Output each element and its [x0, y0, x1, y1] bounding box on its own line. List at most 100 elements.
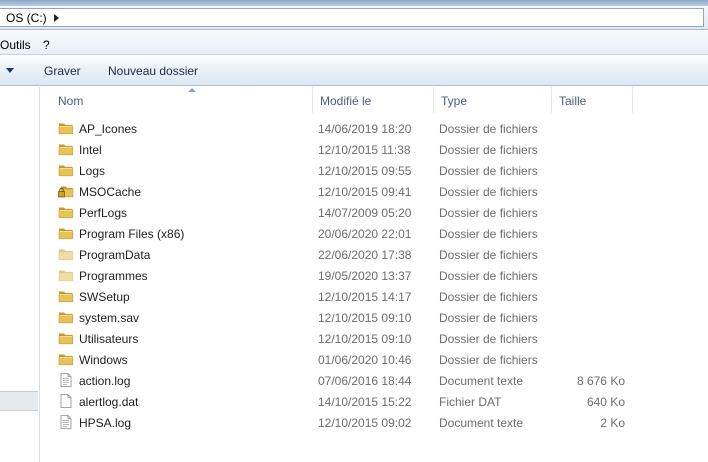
file-type: Document texte — [439, 416, 524, 430]
file-modified: 12/10/2015 09:10 — [318, 332, 412, 346]
address-box[interactable]: OS (C:) — [0, 8, 704, 27]
file-type: Dossier de fichiers — [439, 248, 538, 262]
menu-bar: Outils ? — [0, 31, 708, 55]
file-modified: 14/10/2015 15:22 — [318, 395, 412, 409]
column-header-type-label: Type — [441, 94, 468, 108]
file-type: Dossier de fichiers — [439, 164, 538, 178]
locked-folder-icon — [58, 184, 74, 198]
file-row[interactable]: MSOCache 12/10/2015 09:41 Dossier de fichi… — [41, 181, 708, 202]
file-type: Dossier de fichiers — [439, 269, 538, 283]
file-type: Dossier de fichiers — [439, 185, 538, 199]
folder-icon — [58, 163, 74, 177]
file-row[interactable]: HPSA.log 12/10/2015 09:02 Document texte 2 … — [41, 412, 708, 433]
file-row[interactable]: Logs 12/10/2015 09:55 Dossier de fichiers — [41, 160, 708, 181]
hidden-folder-icon — [58, 268, 74, 282]
file-name: Windows — [79, 353, 128, 367]
file-type: Dossier de fichiers — [439, 143, 538, 157]
file-type: Fichier DAT — [439, 395, 502, 409]
file-modified: 12/10/2015 09:10 — [318, 311, 412, 325]
file-row[interactable]: PerfLogs 14/07/2009 05:20 Dossier de fichi… — [41, 202, 708, 223]
file-name: ProgramData — [79, 248, 151, 262]
file-modified: 07/06/2016 18:44 — [318, 374, 412, 388]
file-row[interactable]: alertlog.dat 14/10/2015 15:22 Fichier DAT 6… — [41, 391, 708, 412]
file-row[interactable]: Intel 12/10/2015 11:38 Dossier de fichiers — [41, 139, 708, 160]
folder-icon — [58, 289, 74, 303]
menu-item-tools[interactable]: Outils — [0, 38, 31, 52]
file-modified: 14/07/2009 05:20 — [318, 206, 412, 220]
file-list: Nom Modifié le Type Taille AP_Icones 14/0… — [41, 87, 708, 462]
file-row[interactable]: Programmes 19/05/2020 13:37 Dossier de fic… — [41, 265, 708, 286]
navigation-pane[interactable] — [0, 87, 40, 462]
file-name: Program Files (x86) — [79, 227, 185, 241]
file-modified: 12/10/2015 09:55 — [318, 164, 412, 178]
file-name: AP_Icones — [79, 122, 138, 136]
file-size: 640 Ko — [586, 395, 625, 409]
file-row[interactable]: system.sav 12/10/2015 09:10 Dossier de fic… — [41, 307, 708, 328]
folder-icon — [58, 352, 74, 366]
file-type: Dossier de fichiers — [439, 206, 538, 220]
file-name: system.sav — [79, 311, 140, 325]
folder-icon — [58, 226, 74, 240]
file-modified: 19/05/2020 13:37 — [318, 269, 412, 283]
hidden-folder-icon — [58, 247, 74, 261]
file-modified: 20/06/2020 22:01 — [318, 227, 412, 241]
text-file-icon — [58, 373, 74, 387]
folder-icon — [58, 310, 74, 324]
command-toolbar: Graver Nouveau dossier — [0, 56, 708, 86]
file-row[interactable]: SWSetup 12/10/2015 14:17 Dossier de fichie… — [41, 286, 708, 307]
file-name: Utilisateurs — [79, 332, 139, 346]
file-modified: 12/10/2015 14:17 — [318, 290, 412, 304]
file-name: PerfLogs — [79, 206, 128, 220]
file-name: Intel — [79, 143, 102, 157]
file-modified: 01/06/2020 10:46 — [318, 353, 412, 367]
file-name: alertlog.dat — [79, 395, 139, 409]
file-modified: 22/06/2020 17:38 — [318, 248, 412, 262]
folder-icon — [58, 121, 74, 135]
file-type: Dossier de fichiers — [439, 332, 538, 346]
file-name: MSOCache — [79, 185, 142, 199]
file-name: SWSetup — [79, 290, 130, 304]
nav-selected-item[interactable] — [0, 391, 38, 411]
new-folder-button[interactable]: Nouveau dossier — [108, 64, 198, 78]
column-header-size[interactable]: Taille — [552, 87, 633, 113]
file-type: Dossier de fichiers — [439, 227, 538, 241]
folder-icon — [58, 205, 74, 219]
column-header-name-label: Nom — [58, 94, 84, 108]
folder-icon — [58, 331, 74, 345]
menu-item-help[interactable]: ? — [43, 38, 50, 52]
burn-button[interactable]: Graver — [44, 64, 81, 78]
file-name: Logs — [79, 164, 106, 178]
file-type: Dossier de fichiers — [439, 311, 538, 325]
file-size: 2 Ko — [600, 416, 625, 430]
column-header-modified[interactable]: Modifié le — [313, 87, 434, 113]
folder-icon — [58, 142, 74, 156]
file-icon — [58, 394, 74, 408]
column-header-name[interactable]: Nom — [51, 87, 313, 113]
address-bar: OS (C:) — [0, 6, 708, 30]
sort-ascending-icon — [188, 88, 196, 92]
address-path[interactable]: OS (C:) — [6, 11, 47, 25]
file-row[interactable]: Program Files (x86) 20/06/2020 22:01 Dossi… — [41, 223, 708, 244]
file-type: Dossier de fichiers — [439, 290, 538, 304]
file-row[interactable]: ProgramData 22/06/2020 17:38 Dossier de fi… — [41, 244, 708, 265]
file-modified: 14/06/2019 18:20 — [318, 122, 412, 136]
column-header-type[interactable]: Type — [434, 87, 552, 113]
file-type: Dossier de fichiers — [439, 122, 538, 136]
file-row[interactable]: Utilisateurs 12/10/2015 09:10 Dossier de f… — [41, 328, 708, 349]
file-modified: 12/10/2015 09:41 — [318, 185, 412, 199]
file-name: HPSA.log — [79, 416, 132, 430]
file-modified: 12/10/2015 11:38 — [318, 143, 411, 157]
file-modified: 12/10/2015 09:02 — [318, 416, 412, 430]
column-header-row: Nom Modifié le Type Taille — [41, 87, 708, 113]
column-header-modified-label: Modifié le — [320, 94, 372, 108]
file-size: 8 676 Ko — [576, 374, 625, 388]
file-row[interactable]: action.log 07/06/2016 18:44 Document texte… — [41, 370, 708, 391]
column-header-size-label: Taille — [559, 94, 587, 108]
file-type: Document texte — [439, 374, 524, 388]
file-row[interactable]: Windows 01/06/2020 10:46 Dossier de fichie… — [41, 349, 708, 370]
dropdown-arrow-icon[interactable] — [6, 68, 14, 73]
file-row[interactable]: AP_Icones 14/06/2019 18:20 Dossier de fich… — [41, 118, 708, 139]
file-name: Programmes — [79, 269, 148, 283]
breadcrumb-chevron-icon[interactable] — [54, 14, 59, 22]
text-file-icon — [58, 415, 74, 429]
